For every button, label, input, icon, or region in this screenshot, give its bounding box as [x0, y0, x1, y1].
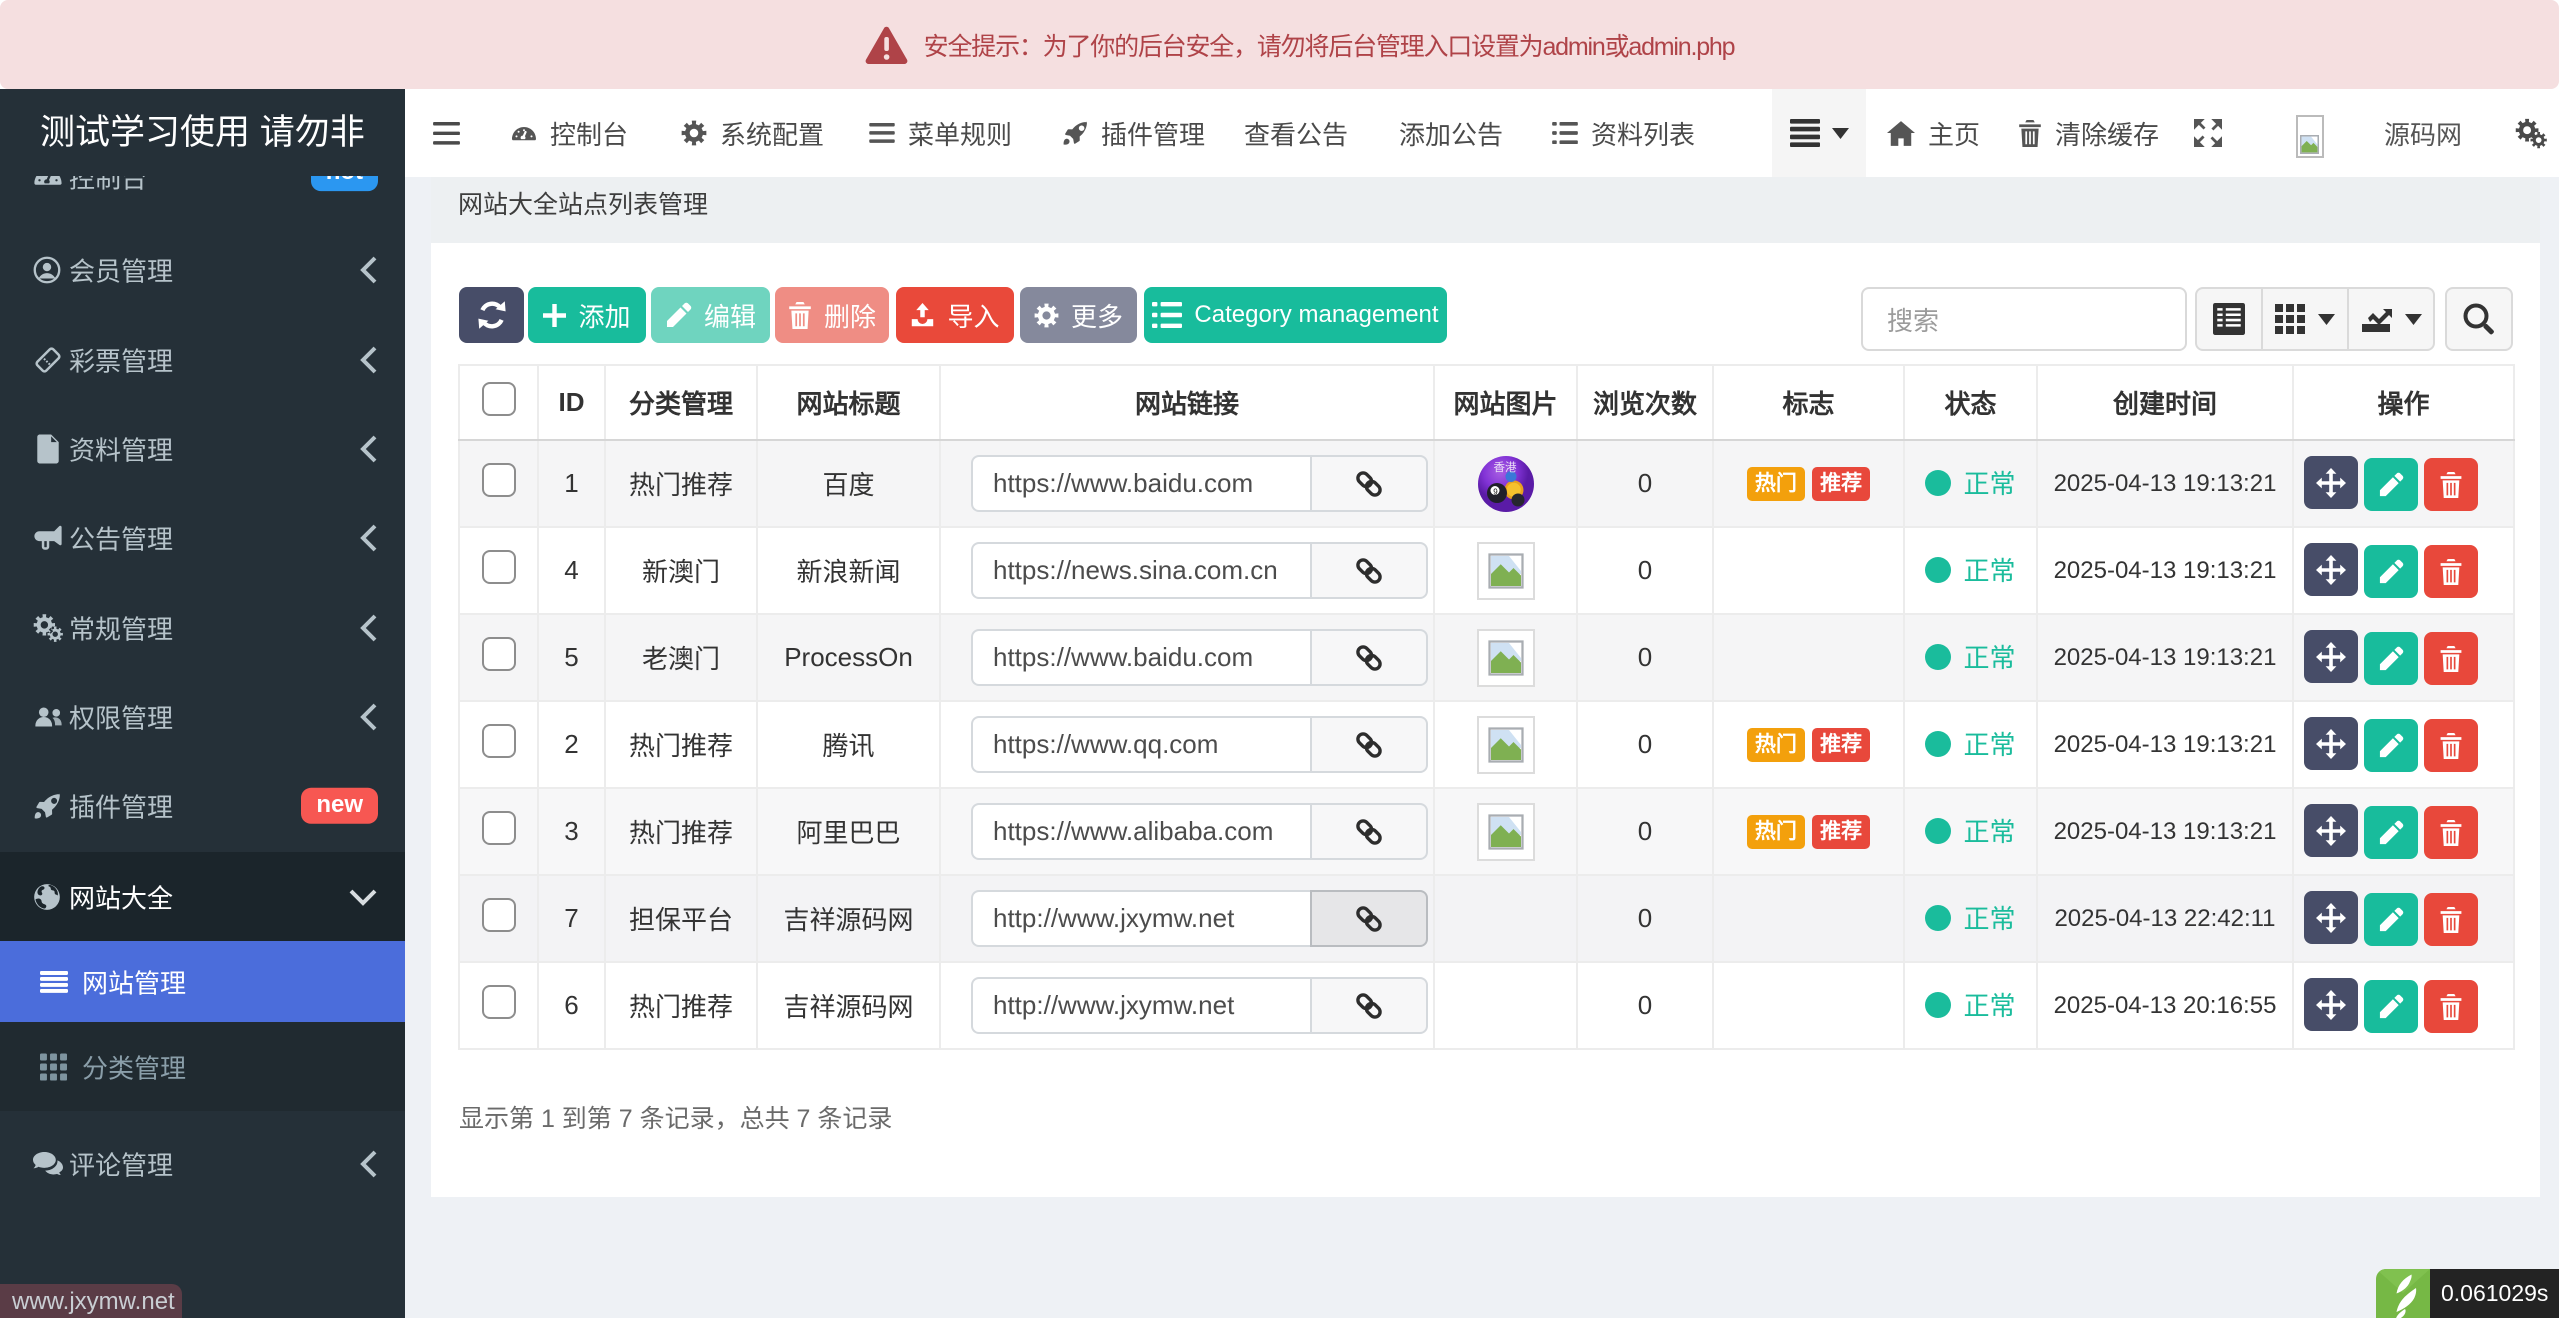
svg-text:9: 9	[1493, 487, 1498, 496]
svg-text:香港: 香港	[1493, 461, 1516, 474]
